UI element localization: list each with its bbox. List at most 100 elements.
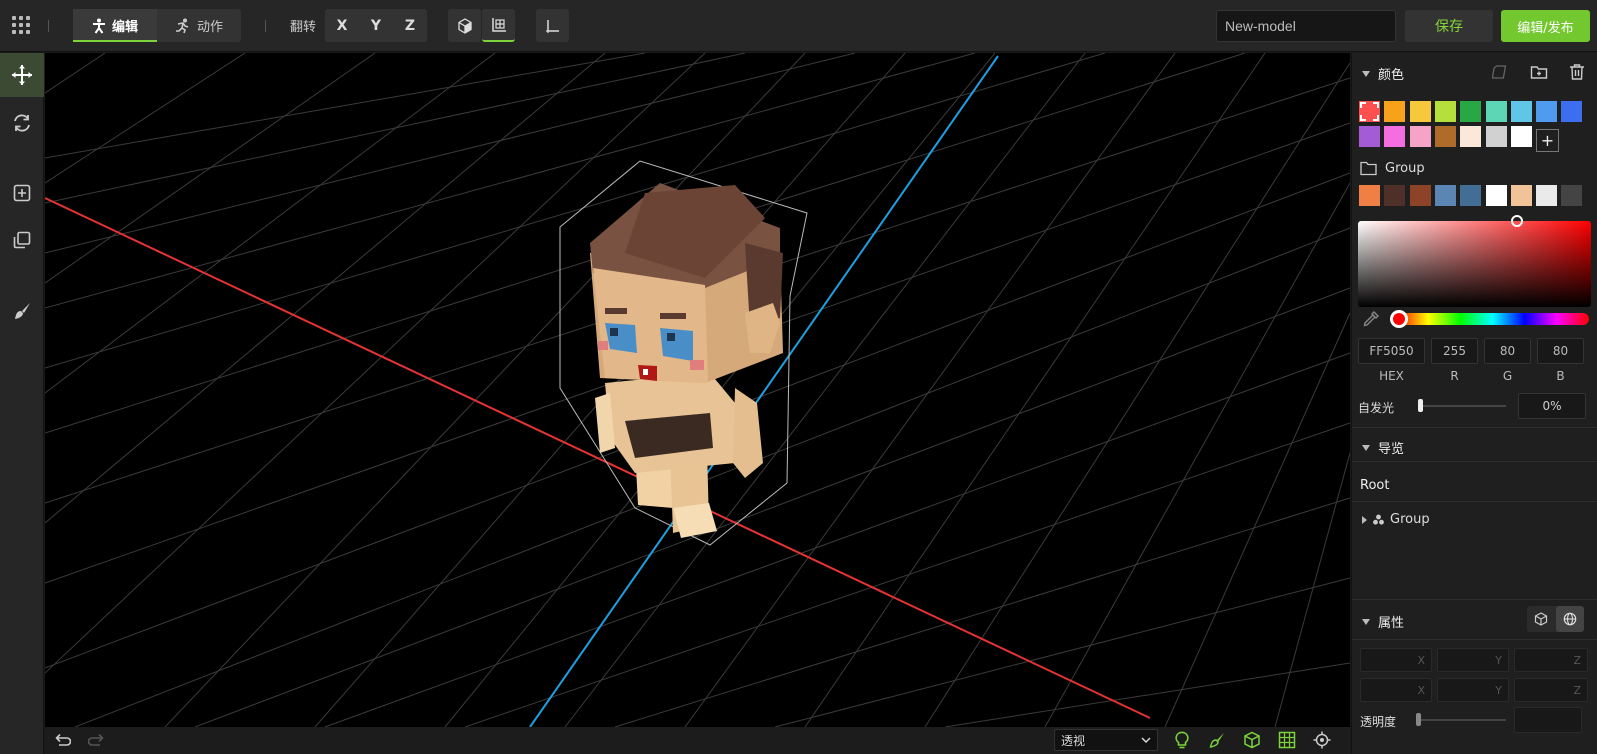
hue-slider[interactable] [1396, 313, 1589, 325]
voxel-character[interactable] [559, 160, 808, 546]
divider [1352, 639, 1597, 640]
flip-z-button[interactable]: Z [393, 9, 427, 42]
duplicate-button[interactable] [0, 218, 44, 262]
move-tool-button[interactable] [0, 53, 44, 97]
color-swatch[interactable] [1459, 125, 1483, 148]
opacity-label: 透明度 [1360, 715, 1397, 729]
emissive-slider-handle[interactable] [1418, 399, 1423, 412]
z-axis-line [529, 55, 999, 727]
running-icon [175, 18, 189, 33]
local-space-toggle[interactable] [1527, 606, 1556, 632]
color-swatch[interactable] [1433, 125, 1457, 148]
undo-icon [55, 733, 71, 746]
color-swatch[interactable] [1509, 100, 1533, 123]
blue-input[interactable]: 80 [1537, 338, 1584, 364]
color-swatch[interactable] [1408, 184, 1432, 207]
app-menu-icon[interactable] [12, 16, 30, 34]
color-swatch[interactable] [1408, 100, 1432, 123]
tree-group-item[interactable]: Group [1362, 512, 1430, 527]
undo-button[interactable] [53, 731, 71, 749]
color-swatch[interactable] [1358, 100, 1381, 123]
scene-canvas [45, 53, 1350, 727]
axis-toggle-button[interactable] [536, 9, 569, 42]
delete-palette-button[interactable] [1568, 63, 1586, 85]
flip-y-button[interactable]: Y [359, 9, 393, 42]
rotation-x-input[interactable]: X [1360, 678, 1432, 702]
saturation-value-picker[interactable] [1358, 221, 1591, 307]
position-x-input[interactable]: X [1360, 648, 1432, 672]
rotate-tool-button[interactable] [0, 101, 44, 145]
new-palette-folder-button[interactable] [1530, 63, 1548, 85]
redo-button[interactable] [88, 731, 106, 749]
color-swatch[interactable] [1383, 184, 1407, 207]
hex-input[interactable]: FF5050 [1358, 338, 1425, 364]
app-root: 编辑 动作 翻转 X Y Z 保存 编辑/发布 [0, 0, 1597, 754]
3d-viewport[interactable] [45, 53, 1350, 727]
navigator-section-header[interactable]: 导览 [1362, 438, 1404, 457]
flip-x-button[interactable]: X [325, 9, 359, 42]
color-swatch[interactable] [1383, 125, 1407, 148]
opacity-slider[interactable] [1418, 719, 1506, 721]
emissive-slider[interactable] [1420, 405, 1506, 407]
paint-tool-button[interactable] [0, 289, 44, 333]
add-color-button[interactable]: + [1536, 129, 1559, 152]
color-swatch[interactable] [1459, 100, 1483, 123]
model-name-input[interactable] [1216, 10, 1396, 42]
sv-picker-handle[interactable] [1511, 215, 1523, 227]
animation-mode-label: 动作 [196, 20, 223, 35]
emissive-input[interactable]: 0% [1518, 393, 1586, 419]
rotate-icon [14, 114, 30, 132]
palette-clear-button[interactable] [1491, 63, 1510, 85]
opacity-input[interactable] [1514, 707, 1582, 733]
edit-mode-tab[interactable]: 编辑 [73, 9, 157, 42]
position-z-input[interactable]: Z [1514, 648, 1588, 672]
color-swatch[interactable] [1509, 184, 1533, 207]
palette-group-header[interactable]: Group [1360, 161, 1425, 176]
color-swatch[interactable] [1383, 100, 1407, 123]
publish-button[interactable]: 编辑/发布 [1501, 10, 1590, 42]
blue-label: B [1556, 369, 1565, 383]
color-swatch[interactable] [1560, 184, 1584, 207]
red-input[interactable]: 255 [1431, 338, 1478, 364]
save-button[interactable]: 保存 [1405, 10, 1493, 42]
local-space-button[interactable] [448, 9, 481, 42]
opacity-slider-handle[interactable] [1416, 713, 1421, 726]
color-swatch[interactable] [1459, 184, 1483, 207]
add-block-button[interactable] [0, 171, 44, 215]
rotation-z-input[interactable]: Z [1514, 678, 1588, 702]
grid-toggle-button[interactable] [1278, 731, 1296, 749]
color-swatch[interactable] [1433, 100, 1457, 123]
world-space-button[interactable] [482, 9, 515, 42]
color-swatch[interactable] [1358, 184, 1381, 207]
hue-slider-handle[interactable] [1390, 310, 1408, 328]
animation-mode-tab[interactable]: 动作 [157, 9, 241, 42]
view-mode-select[interactable]: 透视 [1054, 729, 1158, 751]
color-swatch[interactable] [1484, 125, 1508, 148]
color-swatch[interactable] [1535, 100, 1559, 123]
group-icon [1373, 514, 1384, 525]
viewport-bottom-bar: 透视 [45, 727, 1350, 754]
rotation-y-input[interactable]: Y [1437, 678, 1509, 702]
color-swatch[interactable] [1433, 184, 1457, 207]
eyedropper-button[interactable] [1362, 310, 1380, 332]
expand-arrow-icon[interactable] [1362, 515, 1367, 524]
position-y-input[interactable]: Y [1437, 648, 1509, 672]
grid-icon [1278, 731, 1296, 749]
color-swatch[interactable] [1560, 100, 1584, 123]
red-label: R [1450, 369, 1459, 383]
paint-view-button[interactable] [1208, 731, 1226, 749]
color-swatch[interactable] [1535, 184, 1559, 207]
color-swatch[interactable] [1358, 125, 1381, 148]
properties-section-header[interactable]: 属性 [1362, 612, 1404, 631]
green-input[interactable]: 80 [1484, 338, 1531, 364]
colors-section-header[interactable]: 颜色 [1362, 64, 1404, 83]
world-space-toggle[interactable] [1555, 606, 1584, 632]
color-swatch[interactable] [1484, 100, 1508, 123]
cube-view-button[interactable] [1243, 731, 1261, 749]
color-swatch[interactable] [1484, 184, 1508, 207]
tree-root[interactable]: Root [1360, 478, 1389, 493]
lighting-button[interactable] [1173, 731, 1191, 749]
color-swatch[interactable] [1408, 125, 1432, 148]
color-swatch[interactable] [1509, 125, 1533, 148]
focus-button[interactable] [1313, 731, 1331, 749]
